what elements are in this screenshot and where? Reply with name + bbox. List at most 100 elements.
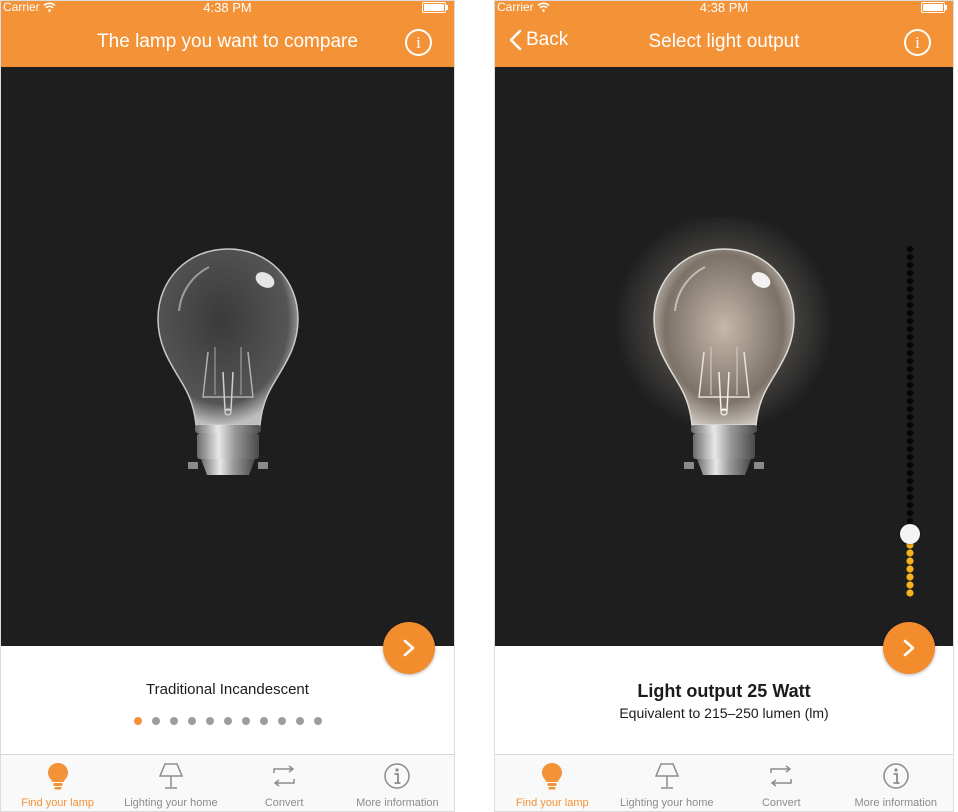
tab-more-information[interactable]: More information (839, 755, 954, 811)
bulb-icon (47, 763, 68, 790)
slider-bead-filled (906, 565, 914, 573)
slider-bead (906, 309, 914, 317)
bulb-icon (542, 763, 563, 790)
next-button[interactable] (383, 622, 435, 674)
slider-bead (906, 485, 914, 493)
lumen-equivalent-label: Equivalent to 215–250 lumen (lm) (619, 705, 829, 721)
status-time: 4:38 PM (699, 0, 749, 15)
slider-bead (906, 437, 914, 445)
slider-bead (906, 413, 914, 421)
battery-icon (921, 2, 947, 13)
info-circle-icon (384, 763, 411, 789)
tab-convert[interactable]: Convert (228, 755, 341, 811)
chevron-right-icon (403, 639, 415, 657)
chevron-right-icon (903, 639, 915, 657)
slider-bead (906, 421, 914, 429)
tab-find-your-lamp[interactable]: Find your lamp (495, 755, 610, 811)
tab-label: Lighting your home (619, 797, 714, 809)
page-title: Select light output (648, 31, 800, 52)
slider-bead-filled (906, 581, 914, 589)
slider-bead (906, 381, 914, 389)
tab-convert[interactable]: Convert (724, 755, 839, 811)
slider-bead-filled (906, 557, 914, 565)
next-button[interactable] (883, 622, 935, 674)
slider-bead (906, 285, 914, 293)
tab-more-information[interactable]: More information (341, 755, 454, 811)
slider-bead-filled (906, 589, 914, 597)
tab-label: Find your lamp (21, 797, 94, 809)
status-bar: Carrier 4:38 PM (495, 1, 953, 15)
slider-bead (906, 429, 914, 437)
page-dot[interactable] (151, 717, 160, 725)
lamp-display-area (495, 67, 953, 646)
lit-bulb-image (614, 217, 834, 475)
slider-bead (906, 501, 914, 509)
page-dot[interactable] (223, 717, 232, 725)
page-dot[interactable] (295, 717, 304, 725)
page-indicator[interactable] (1, 717, 454, 725)
tab-find-your-lamp[interactable]: Find your lamp (1, 755, 114, 811)
table-lamp-icon (654, 763, 679, 789)
lamp-type-label: Traditional Incandescent (146, 681, 309, 698)
navigation-bar: Carrier 4:38 PM The lamp you want to com… (1, 1, 454, 67)
info-button[interactable]: i (904, 29, 931, 56)
slider-bead (906, 333, 914, 341)
light-output-title: Light output 25 Watt (637, 681, 811, 701)
tab-lighting-your-home[interactable]: Lighting your home (610, 755, 725, 811)
slider-track (906, 245, 914, 597)
slider-bead (906, 493, 914, 501)
slider-bead-filled (906, 573, 914, 581)
page-dot[interactable] (187, 717, 196, 725)
slider-bead (906, 277, 914, 285)
page-dot[interactable] (133, 717, 142, 725)
status-time: 4:38 PM (203, 0, 252, 15)
convert-arrows-icon (770, 765, 792, 787)
slider-bead (906, 293, 914, 301)
slider-bead-filled (906, 549, 914, 557)
slider-bead (906, 461, 914, 469)
info-circle-icon (883, 763, 909, 789)
tab-label: Convert (264, 797, 304, 809)
slider-bead (906, 317, 914, 325)
tab-label: More information (356, 797, 439, 809)
slider-bead (906, 245, 914, 253)
tab-label: More information (854, 797, 938, 809)
slider-bead (906, 453, 914, 461)
tab-label: Convert (761, 797, 801, 809)
slider-bead (906, 325, 914, 333)
slider-bead (906, 389, 914, 397)
info-button[interactable]: i (405, 29, 432, 56)
page-dot[interactable] (169, 717, 178, 725)
page-dot[interactable] (205, 717, 214, 725)
slider-bead (906, 253, 914, 261)
page-title: The lamp you want to compare (97, 31, 358, 52)
status-bar: Carrier 4:38 PM (1, 1, 454, 15)
slider-bead (906, 477, 914, 485)
slider-bead (906, 445, 914, 453)
phone-screen-light-output: Carrier 4:38 PM Back Select light output… (494, 0, 954, 812)
slider-bead (906, 301, 914, 309)
slider-bead (906, 341, 914, 349)
slider-bead (906, 405, 914, 413)
tab-lighting-your-home[interactable]: Lighting your home (114, 755, 227, 811)
page-dot[interactable] (277, 717, 286, 725)
slider-bead (906, 469, 914, 477)
slider-bead (906, 349, 914, 357)
convert-arrows-icon (273, 765, 295, 787)
light-output-slider[interactable] (899, 245, 921, 601)
slider-bead (906, 261, 914, 269)
page-dot[interactable] (313, 717, 322, 725)
slider-bead (906, 357, 914, 365)
page-dot[interactable] (241, 717, 250, 725)
navigation-bar: Carrier 4:38 PM Back Select light output… (495, 1, 953, 67)
lamp-display-area (1, 67, 454, 646)
incandescent-bulb-image (156, 248, 299, 475)
slider-bead (906, 517, 914, 525)
tab-label: Find your lamp (515, 797, 589, 809)
slider-bead (906, 373, 914, 381)
tab-bar: Find your lamp Lighting your home Conver… (495, 754, 953, 811)
slider-bead (906, 365, 914, 373)
page-dot[interactable] (259, 717, 268, 725)
slider-bead (906, 509, 914, 517)
table-lamp-icon (158, 763, 183, 789)
